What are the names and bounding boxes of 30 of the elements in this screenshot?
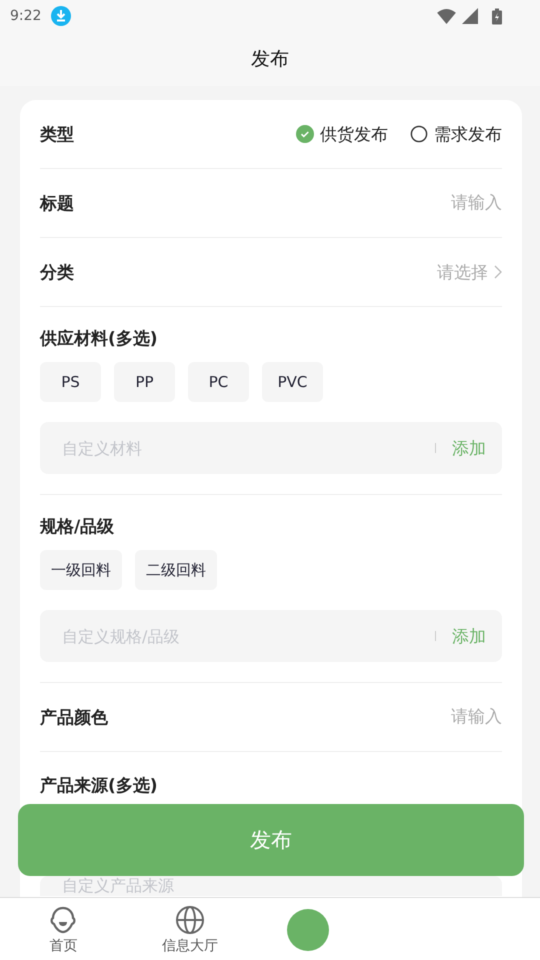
status-time: 9:22 [10, 8, 42, 24]
page-title: 发布 [251, 47, 289, 72]
download-icon [51, 6, 72, 26]
option-chip[interactable]: 二级回料 [135, 550, 217, 590]
section-label: 产品来源(多选) [40, 775, 158, 797]
nav-tab[interactable]: 首页 [0, 898, 126, 960]
radio-option[interactable]: 需求发布 [410, 122, 502, 146]
field-label: 分类 [40, 262, 74, 284]
empty-circle-icon [410, 125, 428, 143]
field-label: 标题 [40, 192, 74, 214]
nav-tab[interactable]: 信息大厅 [126, 898, 253, 960]
signal-icon [462, 8, 478, 24]
input-field[interactable]: 请输入 [352, 193, 502, 213]
checked-circle-icon [296, 125, 314, 143]
wifi-icon [437, 8, 456, 24]
globe-icon [174, 904, 205, 934]
radio-option[interactable]: 供货发布 [296, 122, 388, 146]
chevron-right-icon [494, 265, 502, 279]
field-label: 类型 [40, 124, 74, 146]
section-label: 供应材料(多选) [40, 328, 158, 350]
option-chip[interactable]: PP [114, 362, 175, 402]
battery-icon [492, 8, 502, 24]
input-field[interactable]: 请输入 [352, 707, 502, 727]
option-chip[interactable]: PVC [262, 362, 323, 402]
option-chip[interactable]: PS [40, 362, 101, 402]
option-chip[interactable]: 一级回料 [40, 550, 122, 590]
section-label: 规格/品级 [40, 516, 114, 538]
center-nav-button[interactable] [287, 908, 329, 950]
field-label: 产品颜色 [40, 706, 108, 728]
option-chip[interactable]: PC [188, 362, 249, 402]
